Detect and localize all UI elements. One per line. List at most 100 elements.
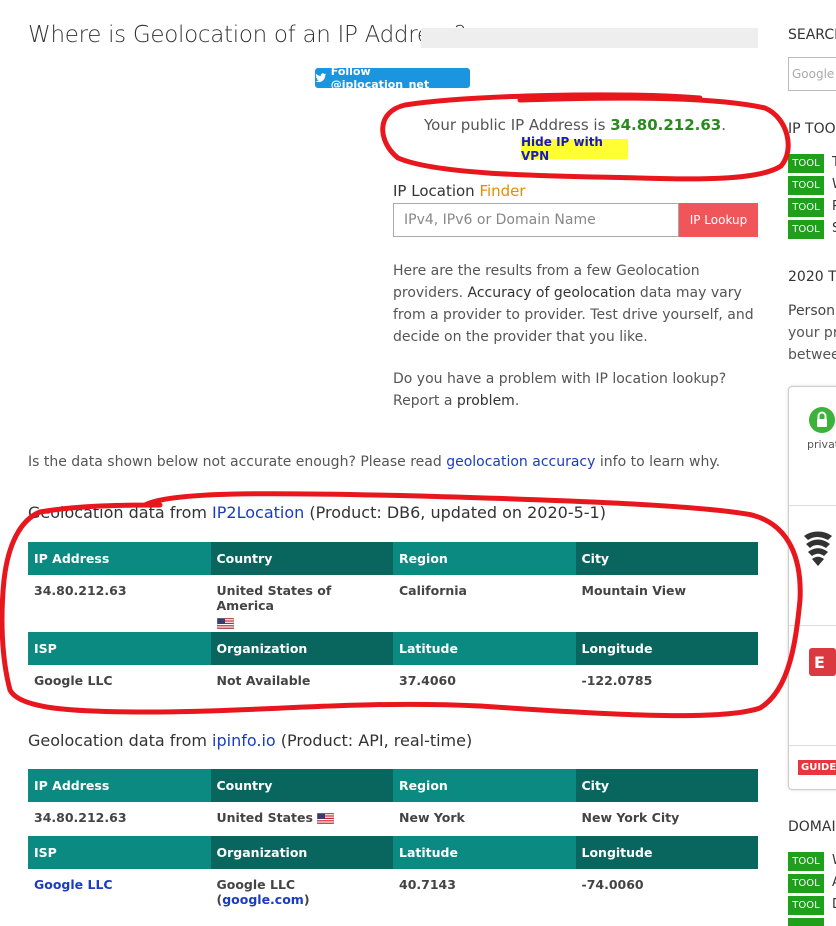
table-header: IP Address <box>28 542 211 575</box>
table-cell: California <box>399 583 467 598</box>
tool-link[interactable]: D <box>832 897 836 912</box>
table-header: Longitude <box>575 836 758 869</box>
table-header: ISP <box>28 836 211 869</box>
problem-text-c: . <box>514 393 520 409</box>
problem-text-a: Do you have a problem with IP location l… <box>393 371 727 409</box>
table-row: 34.80.212.63 United States New York New … <box>28 802 758 836</box>
country-name: United States of America <box>216 583 332 613</box>
table-header-row: ISP Organization Latitude Longitude <box>28 632 758 665</box>
table-header: Latitude <box>393 632 576 665</box>
table-header-row: IP Address Country Region City <box>28 542 758 575</box>
geo-table-ip2location: IP Address Country Region City 34.80.212… <box>28 542 758 699</box>
sidebar-search-input[interactable]: Google <box>788 57 836 91</box>
accuracy-note: Is the data shown below not accurate eno… <box>28 454 720 470</box>
table-cell: -122.0785 <box>581 673 653 688</box>
problem-paragraph: Do you have a problem with IP location l… <box>393 368 763 412</box>
tool-badge[interactable] <box>788 918 824 926</box>
sidebar-text-line: Person <box>788 303 836 319</box>
hide-ip-vpn-link[interactable]: Hide IP with VPN <box>521 135 628 163</box>
page-title: Where is Geolocation of an IP Address? <box>28 22 467 48</box>
table-header: Longitude <box>575 632 758 665</box>
table-header-row: IP Address Country Region City <box>28 769 758 802</box>
table-header: ISP <box>28 632 211 665</box>
lock-icon <box>809 407 835 433</box>
tool-badge[interactable]: TOOL <box>788 852 824 871</box>
table-cell: Google LLC <box>34 673 113 688</box>
tool-link[interactable]: T <box>832 155 836 170</box>
finder-label-accent: Finder <box>479 182 526 200</box>
sidebar-2020-heading: 2020 T <box>788 269 836 285</box>
twitter-follow-button[interactable]: Follow @iplocation_net <box>315 65 470 91</box>
ad-divider <box>789 745 836 746</box>
sidebar-search-title: SEARCH <box>788 27 836 43</box>
tool-link[interactable]: S <box>832 221 836 236</box>
table-row: Google LLC Google LLC (google.com) 40.71… <box>28 869 758 907</box>
google-com-link[interactable]: google.com <box>222 892 304 907</box>
geolocation-accuracy-link[interactable]: geolocation accuracy <box>446 454 595 470</box>
tool-link[interactable]: A <box>832 875 836 890</box>
table-header: Organization <box>210 632 393 665</box>
table-cell: -74.0060 <box>581 877 644 892</box>
table-header: Region <box>393 542 576 575</box>
table-cell: Google LLC (google.com) <box>211 869 394 907</box>
provider-title-prefix: Geolocation data from <box>28 731 213 750</box>
accuracy-note-before: Is the data shown below not accurate eno… <box>28 454 447 470</box>
isp-link[interactable]: Google LLC <box>34 877 113 892</box>
table-header: Country <box>210 542 393 575</box>
sidebar-tools-title: IP TOOL <box>788 121 836 137</box>
ip2location-link[interactable]: IP2Location <box>212 503 304 522</box>
intro-paragraph: Here are the results from a few Geolocat… <box>393 260 763 348</box>
table-cell: Mountain View <box>581 583 687 598</box>
table-header: Organization <box>210 836 393 869</box>
tool-link[interactable]: W <box>832 853 836 868</box>
guide-button[interactable]: GUIDE <box>798 760 836 775</box>
table-cell: New York <box>399 810 465 825</box>
table-cell: Google LLC <box>28 869 211 907</box>
table-row: Google LLC Not Available 37.4060 -122.07… <box>28 665 758 699</box>
accuracy-link[interactable]: Accuracy of geolocation <box>468 285 636 301</box>
provider-title-ipinfo: Geolocation data from ipinfo.io (Product… <box>28 731 472 750</box>
twitter-bird-icon <box>315 73 327 83</box>
table-header: Country <box>210 769 393 802</box>
table-cell: Not Available <box>216 673 311 688</box>
private-vpn-label: privat <box>807 438 836 451</box>
ad-divider <box>789 505 836 506</box>
ipinfo-link[interactable]: ipinfo.io <box>212 731 276 750</box>
finder-label: IP Location Finder <box>393 182 526 200</box>
ad-divider <box>789 625 836 626</box>
table-cell-country: United States of America <box>211 575 394 632</box>
table-cell: New York City <box>581 810 680 825</box>
tool-link[interactable]: W <box>832 177 836 192</box>
tool-badge[interactable]: TOOL <box>788 154 824 173</box>
accuracy-note-after: info to learn why. <box>595 454 721 470</box>
tool-link[interactable]: P <box>832 199 836 214</box>
public-ip-value: 34.80.212.63 <box>610 116 722 134</box>
problem-link[interactable]: problem <box>457 393 515 409</box>
us-flag-icon <box>216 618 234 629</box>
table-header: Latitude <box>393 836 576 869</box>
table-row: 34.80.212.63 United States of America Ca… <box>28 575 758 632</box>
sidebar-text-line: your pr <box>788 325 836 341</box>
tool-badge[interactable]: TOOL <box>788 896 824 915</box>
tool-badge[interactable]: TOOL <box>788 198 824 217</box>
tool-badge[interactable]: TOOL <box>788 176 824 195</box>
ip-lookup-input[interactable] <box>393 203 679 237</box>
table-cell: 34.80.212.63 <box>34 810 127 825</box>
geo-table-ipinfo: IP Address Country Region City 34.80.212… <box>28 769 758 907</box>
org-text-b: ) <box>303 892 310 907</box>
provider-title-suffix: (Product: DB6, updated on 2020-5-1) <box>304 503 606 522</box>
table-cell-country: United States <box>211 802 394 836</box>
public-ip-text: Your public IP Address is 34.80.212.63. <box>392 116 758 134</box>
us-flag-icon <box>317 813 335 824</box>
public-ip-suffix: . <box>721 116 726 134</box>
ip-lookup-button[interactable]: IP Lookup <box>679 203 758 237</box>
provider-title-prefix: Geolocation data from <box>28 503 213 522</box>
tool-badge[interactable]: TOOL <box>788 874 824 893</box>
table-header: IP Address <box>28 769 211 802</box>
table-cell: 34.80.212.63 <box>34 583 127 598</box>
country-name: United States <box>216 810 313 825</box>
table-cell: 37.4060 <box>399 673 456 688</box>
svg-text:E: E <box>814 653 825 672</box>
tool-badge[interactable]: TOOL <box>788 220 824 239</box>
table-cell: 40.7143 <box>399 877 456 892</box>
